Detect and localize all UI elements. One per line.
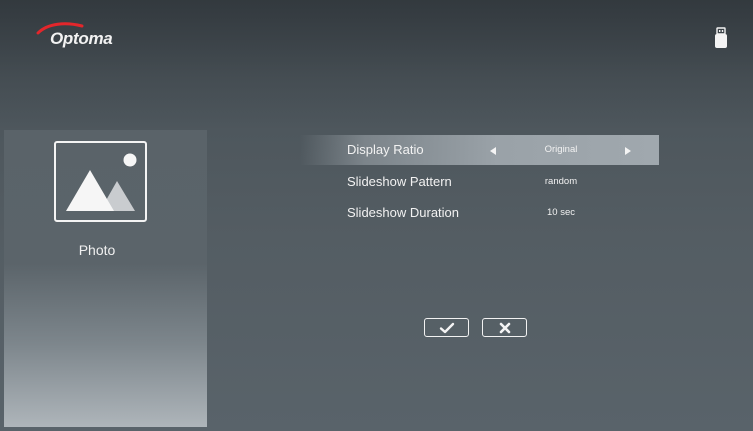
cancel-button[interactable]	[482, 318, 527, 337]
arrow-right-icon[interactable]	[625, 147, 631, 155]
setting-label: Slideshow Pattern	[347, 174, 452, 189]
setting-value: random	[544, 176, 578, 187]
settings-screen: Optoma Photo Display Ratio Original Slid…	[0, 0, 753, 431]
optoma-logo: Optoma	[36, 22, 126, 52]
x-icon	[499, 322, 510, 333]
sidebar-label-photo: Photo	[78, 242, 116, 258]
logo-text: Optoma	[50, 29, 113, 48]
usb-drive-icon	[715, 27, 727, 48]
photo-landscape-icon[interactable]	[54, 141, 147, 222]
confirm-button[interactable]	[424, 318, 469, 337]
setting-value: Original	[544, 144, 578, 155]
media-sidebar: Photo	[4, 130, 207, 427]
mountain-sun-icon	[66, 153, 137, 211]
setting-label: Display Ratio	[347, 142, 424, 157]
top-band	[0, 0, 753, 130]
checkmark-icon	[439, 322, 454, 333]
setting-label: Slideshow Duration	[347, 205, 460, 220]
setting-value: 10 sec	[547, 207, 575, 218]
arrow-left-icon[interactable]	[490, 147, 496, 155]
